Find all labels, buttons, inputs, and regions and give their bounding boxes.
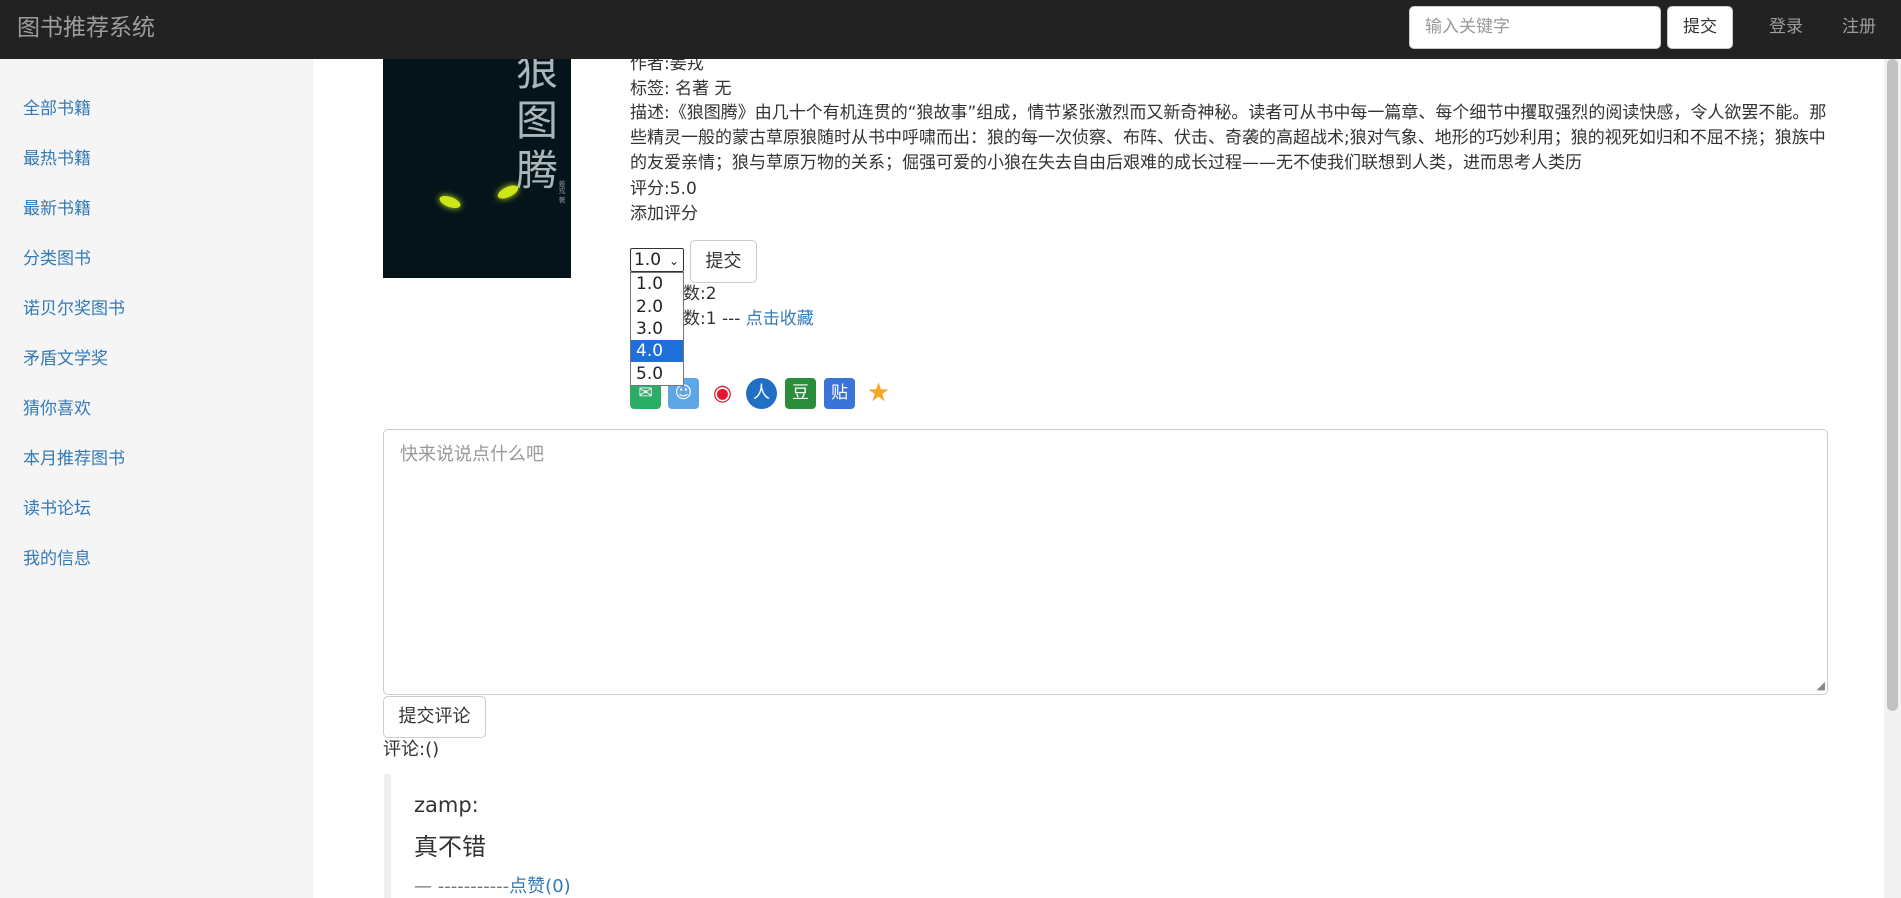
login-link[interactable]: 登录: [1769, 15, 1803, 39]
sidebar-item-all-books[interactable]: 全部书籍: [23, 97, 91, 121]
search-input[interactable]: 输入关键字: [1409, 6, 1661, 49]
rating-submit-button[interactable]: 提交: [690, 240, 757, 283]
book-count-line-2-text: 数:1 ---: [683, 309, 741, 329]
resize-handle-icon[interactable]: ◢: [1817, 679, 1825, 692]
page-scrollbar[interactable]: [1884, 59, 1901, 898]
renren-icon[interactable]: 人: [746, 378, 777, 409]
comment-count-label: 评论:(): [383, 739, 440, 760]
sidebar-item-forum[interactable]: 读书论坛: [23, 497, 91, 521]
book-cover-image: 狼图腾 姜戎 著: [383, 50, 571, 278]
sidebar-item-new-books[interactable]: 最新书籍: [23, 197, 91, 221]
comment-footer: — -----------点赞(0): [414, 875, 571, 898]
like-link[interactable]: 点赞(0): [509, 876, 571, 897]
comment-text: 真不错: [414, 833, 486, 861]
sidebar-item-hot-books[interactable]: 最热书籍: [23, 147, 91, 171]
sidebar: 全部书籍 最热书籍 最新书籍 分类图书 诺贝尔奖图书 矛盾文学奖 猜你喜欢 本月…: [0, 59, 313, 898]
cover-author-text: 姜戎 著: [558, 180, 566, 204]
rating-option-2[interactable]: 2.0: [631, 296, 683, 318]
favorite-star-icon[interactable]: ★: [863, 378, 894, 409]
rating-dropdown-list: 1.0 2.0 3.0 4.0 5.0: [630, 272, 684, 386]
add-rating-label: 添加评分: [630, 204, 698, 224]
book-tags: 标签: 名著 无: [630, 79, 732, 99]
scrollbar-thumb[interactable]: [1887, 59, 1898, 711]
search-submit-button[interactable]: 提交: [1667, 6, 1733, 49]
book-score: 评分:5.0: [630, 179, 697, 199]
comment-user: zamp:: [414, 793, 479, 817]
tieba-icon[interactable]: 贴: [824, 378, 855, 409]
weibo-icon[interactable]: ◉: [707, 378, 738, 409]
book-count-line-2: 数:1 --- 点击收藏: [683, 307, 814, 331]
sidebar-item-categories[interactable]: 分类图书: [23, 247, 91, 271]
rating-option-3[interactable]: 3.0: [631, 318, 683, 340]
wolf-eye-left: [437, 193, 463, 211]
wolf-eye-right: [495, 182, 521, 202]
rating-option-1[interactable]: 1.0: [631, 273, 683, 295]
brand-title[interactable]: 图书推荐系统: [17, 13, 155, 43]
sidebar-item-nobel-books[interactable]: 诺贝尔奖图书: [23, 297, 125, 321]
top-navbar: 图书推荐系统 输入关键字 提交 登录 注册: [0, 0, 1901, 59]
sidebar-item-my-info[interactable]: 我的信息: [23, 547, 91, 571]
sidebar-item-guess-you-like[interactable]: 猜你喜欢: [23, 397, 91, 421]
rating-select-value: 1.0: [634, 250, 662, 270]
submit-comment-button[interactable]: 提交评论: [383, 696, 486, 738]
rating-select[interactable]: 1.0 ⌄: [630, 248, 684, 272]
rating-option-5[interactable]: 5.0: [631, 363, 683, 385]
sidebar-item-monthly-picks[interactable]: 本月推荐图书: [23, 447, 125, 471]
comment-textarea[interactable]: 快来说说点什么吧 ◢: [383, 429, 1828, 695]
rating-option-4[interactable]: 4.0: [631, 340, 683, 362]
book-description: 描述:《狼图腾》由几十个有机连贯的“狼故事”组成，情节紧张激烈而又新奇神秘。读者…: [630, 103, 1827, 173]
book-count-line-1: 数:2: [683, 284, 717, 304]
register-link[interactable]: 注册: [1842, 15, 1876, 39]
sidebar-item-maodun-award[interactable]: 矛盾文学奖: [23, 347, 108, 371]
comment-placeholder: 快来说说点什么吧: [400, 444, 544, 465]
douban-icon[interactable]: 豆: [785, 378, 816, 409]
add-to-favorites-link[interactable]: 点击收藏: [746, 309, 814, 329]
cover-title-text: 狼图腾: [516, 50, 559, 195]
chevron-down-icon: ⌄: [668, 254, 679, 268]
comment-footer-prefix: — -----------: [414, 876, 510, 897]
comment-blockquote: [384, 774, 1844, 898]
